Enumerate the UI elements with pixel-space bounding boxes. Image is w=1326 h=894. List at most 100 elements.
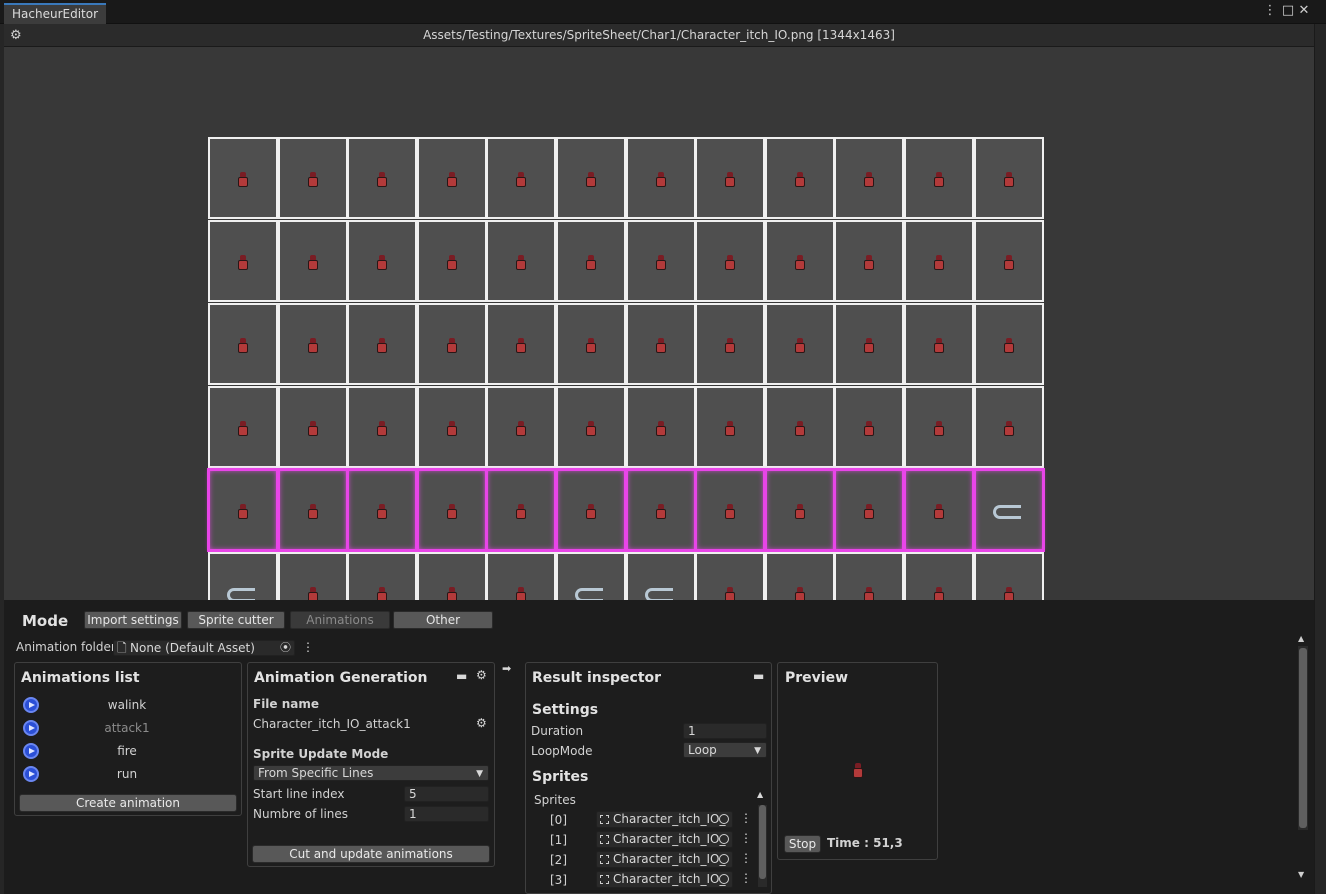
sprite-cell[interactable]	[277, 220, 348, 302]
sprite-cell[interactable]	[486, 303, 557, 385]
close-icon[interactable]: ✕	[1296, 3, 1312, 19]
stop-button[interactable]: Stop	[784, 835, 821, 853]
sprite-cell[interactable]	[625, 220, 696, 302]
sprite-cell[interactable]	[347, 303, 418, 385]
sprite-cell[interactable]	[556, 386, 626, 468]
sprite-field[interactable]: Character_itch_IO_	[596, 831, 733, 848]
anim-item-walink[interactable]: walink	[35, 698, 219, 712]
selected-sprite-cell[interactable]	[207, 468, 279, 552]
anim-item-fire[interactable]: fire	[35, 744, 219, 758]
sprite-cell[interactable]	[973, 303, 1044, 385]
sprite-cell[interactable]	[416, 220, 487, 302]
anim-item-run[interactable]: run	[35, 767, 219, 781]
sprite-cell[interactable]	[208, 552, 278, 600]
sprite-cell[interactable]	[556, 552, 626, 600]
sprite-cell[interactable]	[764, 552, 835, 600]
sprite-cell[interactable]	[695, 303, 766, 385]
sprite-cell[interactable]	[764, 303, 835, 385]
folder-icon[interactable]: ▬	[753, 669, 764, 683]
sprite-cell[interactable]	[764, 386, 835, 468]
object-picker-icon[interactable]	[719, 834, 729, 844]
sprite-cell[interactable]	[973, 220, 1044, 302]
sprite-cell[interactable]	[834, 303, 905, 385]
sprite-cell[interactable]	[486, 137, 557, 219]
animation-folder-field[interactable]: 🗋 None (Default Asset) ⦿	[113, 640, 295, 656]
sprite-cell[interactable]	[416, 552, 487, 600]
selected-sprite-cell[interactable]	[346, 468, 419, 552]
tab-animations[interactable]: Animations	[290, 611, 390, 629]
sprite-cell[interactable]	[486, 386, 557, 468]
object-picker-icon[interactable]: ⦿	[280, 641, 291, 655]
sprite-cell[interactable]	[556, 137, 626, 219]
selected-sprite-cell[interactable]	[276, 468, 349, 552]
sprite-cell[interactable]	[277, 386, 348, 468]
sprite-cell[interactable]	[625, 137, 696, 219]
sprite-cell[interactable]	[416, 386, 487, 468]
sprite-cell[interactable]	[277, 303, 348, 385]
scroll-up-icon[interactable]: ▲	[1298, 634, 1308, 643]
sprite-cell[interactable]	[764, 220, 835, 302]
tab-sprite-cutter[interactable]: Sprite cutter	[187, 611, 285, 629]
gear-icon[interactable]: ⚙	[476, 716, 487, 730]
selected-sprite-cell[interactable]	[833, 468, 906, 552]
window-tab[interactable]: HacheurEditor	[4, 3, 107, 24]
file-name-value[interactable]: Character_itch_IO_attack1	[253, 717, 411, 731]
object-picker-icon[interactable]	[719, 874, 729, 884]
tab-import-settings[interactable]: Import settings	[84, 611, 182, 629]
sprite-cell[interactable]	[625, 386, 696, 468]
sprite-cell[interactable]	[556, 220, 626, 302]
sprite-cell[interactable]	[764, 137, 835, 219]
gear-icon[interactable]: ⚙	[476, 668, 487, 682]
sprite-cell[interactable]	[416, 303, 487, 385]
sprite-field[interactable]: Character_itch_IO_	[596, 811, 733, 828]
sprite-cell[interactable]	[208, 386, 278, 468]
selected-sprite-cell[interactable]	[694, 468, 767, 552]
object-picker-icon[interactable]	[719, 854, 729, 864]
sprite-cell[interactable]	[416, 137, 487, 219]
sprite-cell[interactable]	[834, 137, 905, 219]
sprite-cell[interactable]	[208, 303, 278, 385]
selected-sprite-cell[interactable]	[555, 468, 627, 552]
folder-menu-icon[interactable]: ⋮	[302, 640, 314, 654]
maximize-icon[interactable]: □	[1280, 3, 1296, 19]
sprite-cell[interactable]	[347, 552, 418, 600]
sprite-cell[interactable]	[904, 386, 974, 468]
sprite-cell[interactable]	[625, 303, 696, 385]
start-line-field[interactable]: 5	[404, 786, 489, 802]
sprite-cell[interactable]	[277, 552, 348, 600]
sprite-cell[interactable]	[973, 137, 1044, 219]
sprite-cell[interactable]	[208, 220, 278, 302]
folder-icon[interactable]: ▬	[456, 669, 467, 683]
sprite-cell[interactable]	[904, 552, 974, 600]
sprite-cell[interactable]	[904, 303, 974, 385]
scroll-up-icon[interactable]: ▲	[757, 790, 763, 799]
sprite-cell[interactable]	[695, 137, 766, 219]
sprite-cell[interactable]	[277, 137, 348, 219]
sprites-scrollbar[interactable]	[758, 805, 767, 887]
selected-sprite-cell[interactable]	[485, 468, 558, 552]
sprite-cell[interactable]	[486, 220, 557, 302]
sprite-field[interactable]: Character_itch_IO_	[596, 851, 733, 868]
panel-scrollbar[interactable]	[1298, 646, 1308, 830]
element-menu-icon[interactable]: ⋮	[740, 811, 752, 825]
sprite-cell[interactable]	[208, 137, 278, 219]
object-picker-icon[interactable]	[719, 814, 729, 824]
element-menu-icon[interactable]: ⋮	[740, 851, 752, 865]
panel-scroll-thumb[interactable]	[1299, 648, 1307, 828]
anim-item-attack1[interactable]: attack1	[35, 721, 219, 735]
create-animation-button[interactable]: Create animation	[19, 794, 237, 812]
sprite-update-mode-dropdown[interactable]: From Specific Lines ▼	[253, 765, 489, 781]
sprite-field[interactable]: Character_itch_IO_	[596, 871, 733, 888]
element-menu-icon[interactable]: ⋮	[740, 871, 752, 885]
sprite-cell[interactable]	[695, 386, 766, 468]
sprite-cell[interactable]	[347, 137, 418, 219]
sprite-cell[interactable]	[347, 220, 418, 302]
sprite-cell[interactable]	[625, 552, 696, 600]
sprite-cell[interactable]	[904, 137, 974, 219]
sprite-cell[interactable]	[834, 220, 905, 302]
selected-sprite-cell[interactable]	[972, 468, 1045, 552]
sprite-cell[interactable]	[695, 220, 766, 302]
selected-sprite-cell[interactable]	[903, 468, 975, 552]
cut-and-update-button[interactable]: Cut and update animations	[252, 845, 490, 863]
duration-field[interactable]: 1	[683, 723, 767, 739]
